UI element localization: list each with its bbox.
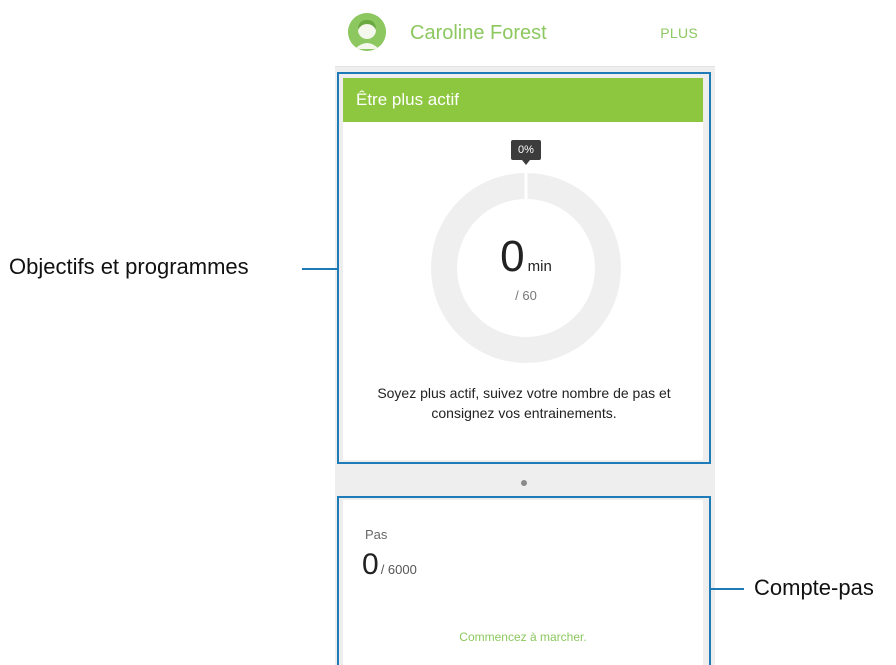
manual-figure: Caroline Forest PLUS Être plus actif 0% … <box>0 0 896 665</box>
goal-callout-outline <box>337 72 711 464</box>
steps-callout-outline <box>337 496 711 665</box>
steps-callout-line <box>710 588 744 590</box>
goal-callout-label: Objectifs et programmes <box>9 254 249 279</box>
steps-callout-label: Compte-pas <box>754 575 874 600</box>
app-header: Caroline Forest PLUS <box>335 0 715 67</box>
user-name[interactable]: Caroline Forest <box>410 22 547 45</box>
more-button[interactable]: PLUS <box>660 25 698 41</box>
avatar-icon[interactable] <box>348 13 386 51</box>
pager-dot <box>521 480 527 486</box>
goal-callout-line <box>302 268 338 270</box>
